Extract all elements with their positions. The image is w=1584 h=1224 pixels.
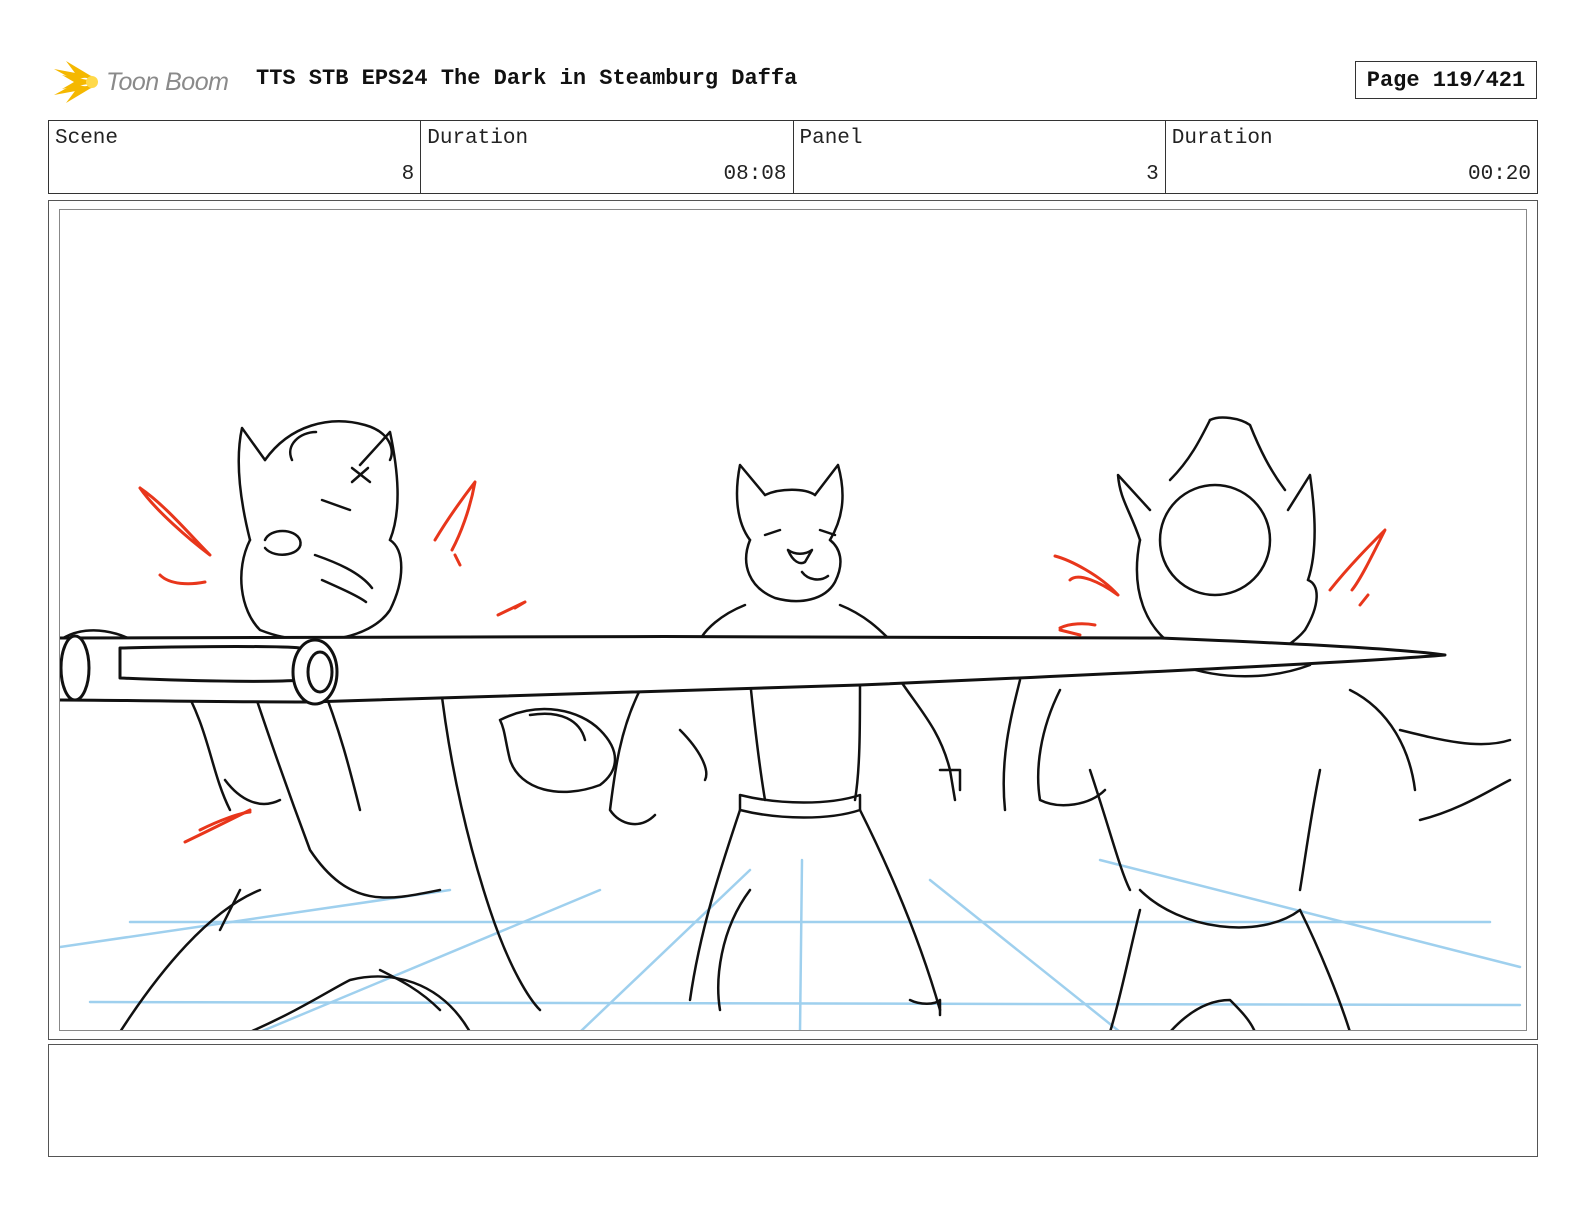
panel-notes-box bbox=[48, 1044, 1538, 1157]
logo-flare-icon bbox=[54, 61, 98, 103]
left-character-sketch bbox=[60, 420, 617, 1030]
panel-label: Panel bbox=[799, 127, 863, 150]
storyboard-drawing-area bbox=[59, 209, 1527, 1031]
logo-text: Toon Boom bbox=[106, 67, 229, 96]
scene-duration-value: 08:08 bbox=[723, 163, 787, 186]
scene-duration-label: Duration bbox=[427, 127, 529, 150]
panel-duration-label: Duration bbox=[1171, 127, 1273, 150]
center-character-sketch bbox=[608, 463, 957, 1017]
scene-label: Scene bbox=[55, 127, 119, 150]
panel-duration-cell: Duration 00:20 bbox=[1166, 121, 1537, 193]
scene-value: 8 bbox=[401, 163, 415, 186]
page-indicator: Page 119/421 bbox=[1355, 61, 1537, 99]
storyboard-panel-frame bbox=[48, 200, 1538, 1040]
panel-cell: Panel 3 bbox=[794, 121, 1166, 193]
panel-info-table: Scene 8 Duration 08:08 Panel 3 Duration … bbox=[48, 120, 1538, 194]
storyboard-sketch bbox=[60, 416, 1522, 1030]
document-title: TTS STB EPS24 The Dark in Steamburg Daff… bbox=[256, 66, 798, 91]
panel-duration-value: 00:20 bbox=[1467, 163, 1531, 186]
scene-duration-cell: Duration 08:08 bbox=[421, 121, 794, 193]
right-character-sketch bbox=[938, 416, 1512, 1030]
toon-boom-logo: Toon Boom bbox=[52, 56, 242, 108]
scene-cell: Scene 8 bbox=[49, 121, 422, 193]
panel-value: 3 bbox=[1146, 163, 1159, 186]
